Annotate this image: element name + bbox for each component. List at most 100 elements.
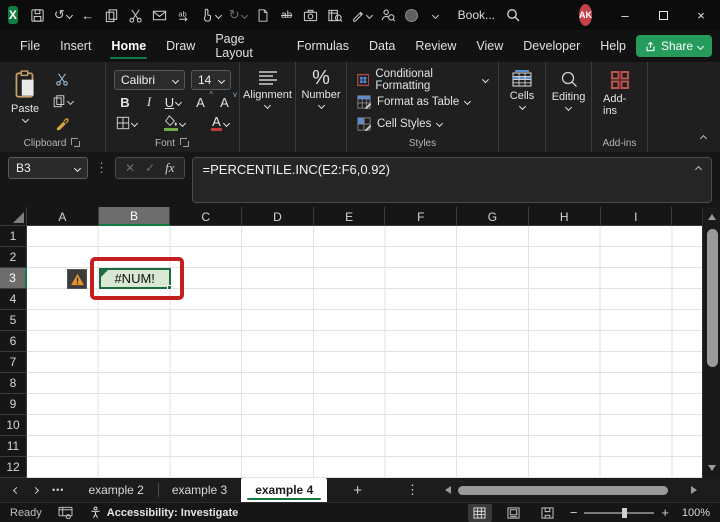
search-icon[interactable]	[505, 7, 521, 23]
all-sheets-button[interactable]: •••	[52, 485, 64, 495]
font-name-select[interactable]: Calibri	[114, 70, 185, 90]
row-header[interactable]: 4	[0, 289, 27, 310]
column-header[interactable]: G	[457, 207, 529, 226]
new-sheet-button[interactable]: +	[327, 478, 388, 502]
format-painter-button[interactable]	[50, 114, 74, 132]
sheet-tab[interactable]: example 4	[241, 478, 328, 502]
row-header[interactable]: 2	[0, 247, 27, 268]
ribbon-tab[interactable]: File	[10, 30, 50, 62]
column-header[interactable]: D	[242, 207, 314, 226]
avatar[interactable]: AK	[579, 4, 592, 26]
row-header[interactable]: 1	[0, 226, 27, 247]
back-arrow-icon[interactable]: ←	[78, 4, 98, 26]
draft-pen-icon[interactable]	[349, 4, 374, 26]
next-sheet-button[interactable]	[31, 486, 40, 494]
paste-button[interactable]: Paste	[4, 68, 46, 124]
row-header[interactable]: 6	[0, 331, 27, 352]
insert-function-button[interactable]: fx	[165, 160, 174, 176]
ribbon-tab[interactable]: Insert	[50, 30, 101, 62]
column-header[interactable]: H	[529, 207, 601, 226]
ribbon-tab[interactable]: Page Layout	[205, 30, 287, 62]
editing-button[interactable]: Editing	[545, 68, 593, 112]
macro-record-button[interactable]	[58, 506, 73, 519]
zoom-out-button[interactable]: −	[570, 505, 578, 520]
sheet-tab[interactable]: example 2	[74, 478, 157, 502]
save-icon[interactable]	[28, 4, 48, 26]
zoom-slider-thumb[interactable]	[622, 507, 628, 518]
collapse-formula-bar-icon[interactable]	[694, 165, 703, 174]
zoom-in-button[interactable]: +	[661, 505, 669, 520]
close-button[interactable]: ×	[682, 0, 720, 30]
ribbon-tab[interactable]: Draw	[156, 30, 205, 62]
row-header[interactable]: 8	[0, 373, 27, 394]
copy-icon[interactable]	[102, 4, 122, 26]
camera-icon[interactable]	[301, 4, 321, 26]
copy-button[interactable]	[50, 92, 74, 110]
fill-handle[interactable]	[166, 285, 172, 290]
underline-button[interactable]: U	[164, 93, 183, 111]
person-search-icon[interactable]	[378, 4, 398, 26]
sheet-tab[interactable]: example 3	[157, 478, 241, 502]
cut-icon[interactable]	[126, 4, 146, 26]
share-button[interactable]: Share	[635, 35, 712, 57]
horizontal-scrollbar[interactable]	[437, 478, 720, 502]
collapse-ribbon-button[interactable]	[699, 128, 708, 146]
bold-button[interactable]: B	[116, 93, 134, 111]
ribbon-tab[interactable]: View	[466, 30, 513, 62]
vertical-scroll-thumb[interactable]	[706, 229, 718, 367]
row-header[interactable]: 7	[0, 352, 27, 373]
minimize-button[interactable]: –	[606, 0, 644, 30]
row-header[interactable]: 3	[0, 268, 27, 289]
name-box[interactable]: B3	[8, 157, 88, 179]
conditional-formatting-button[interactable]: Conditional Formatting	[357, 68, 490, 92]
scroll-up-button[interactable]	[703, 209, 720, 225]
addins-button[interactable]: Add-ins	[596, 68, 643, 119]
ribbon-tab[interactable]: Developer	[513, 30, 590, 62]
find-replace-icon[interactable]: ab	[174, 4, 194, 26]
borders-button[interactable]	[116, 114, 139, 132]
record-circle-icon[interactable]	[402, 4, 422, 26]
enter-button[interactable]: ✓	[145, 161, 155, 175]
column-header[interactable]: E	[314, 207, 386, 226]
undo-icon[interactable]: ↺	[52, 4, 74, 26]
strikethrough-icon[interactable]: ab	[277, 4, 297, 26]
ribbon-tab[interactable]: Home	[101, 30, 156, 62]
column-header[interactable]: A	[27, 207, 99, 226]
row-header[interactable]: 5	[0, 310, 27, 331]
normal-view-button[interactable]	[467, 503, 492, 522]
horizontal-scroll-thumb[interactable]	[458, 485, 669, 495]
maximize-button[interactable]	[644, 0, 682, 30]
font-size-select[interactable]: 14	[191, 70, 231, 90]
shrink-font-button[interactable]: Av	[218, 90, 237, 111]
cell-styles-button[interactable]: Cell Styles	[357, 114, 488, 133]
italic-button[interactable]: I	[140, 93, 158, 111]
font-color-button[interactable]: A	[211, 114, 230, 132]
cut-button[interactable]	[50, 70, 74, 88]
mail-icon[interactable]	[150, 4, 170, 26]
dialog-launcher-icon[interactable]	[71, 138, 81, 148]
prev-sheet-button[interactable]	[12, 486, 21, 494]
fill-color-button[interactable]	[163, 114, 186, 132]
redo-icon[interactable]: ↻	[227, 4, 249, 26]
new-file-icon[interactable]	[253, 4, 273, 26]
touch-mode-icon[interactable]	[198, 4, 223, 26]
ribbon-tab[interactable]: Data	[359, 30, 405, 62]
error-checking-button[interactable]	[67, 269, 87, 289]
column-header[interactable]: F	[385, 207, 458, 226]
vertical-scrollbar[interactable]	[702, 207, 720, 478]
row-header[interactable]: 11	[0, 436, 27, 457]
column-header[interactable]: B	[98, 207, 171, 226]
formula-input[interactable]: =PERCENTILE.INC(E2:F6,0.92)	[191, 157, 712, 203]
scroll-down-button[interactable]	[703, 460, 720, 476]
column-header[interactable]: C	[170, 207, 243, 226]
page-layout-view-button[interactable]	[502, 504, 526, 522]
scroll-left-button[interactable]	[445, 486, 452, 494]
ribbon-tab[interactable]: Formulas	[287, 30, 359, 62]
alignment-button[interactable]: Alignment	[236, 68, 299, 110]
cells-button[interactable]: Cells	[503, 68, 541, 111]
page-break-view-button[interactable]	[536, 504, 560, 522]
lookup-sheet-icon[interactable]	[325, 4, 345, 26]
sheet-cells[interactable]: #NUM!	[27, 226, 702, 478]
zoom-slider[interactable]	[584, 507, 655, 518]
row-header[interactable]: 10	[0, 415, 27, 436]
